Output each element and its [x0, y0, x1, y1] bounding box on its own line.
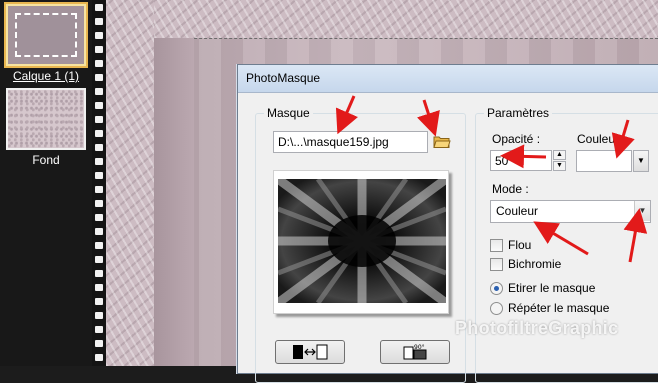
etirer-radio[interactable]: Etirer le masque [490, 281, 595, 295]
opacity-spin-up-icon[interactable]: ▲ [553, 150, 566, 160]
opacity-label: Opacité : [492, 132, 541, 146]
flou-checkbox-box[interactable] [490, 238, 503, 252]
rotate-90-icon: 90° [403, 344, 427, 360]
filmstrip-hole [95, 340, 103, 347]
layer-thumbnail-fond[interactable] [6, 88, 86, 150]
repeter-radio[interactable]: Répéter le masque [490, 301, 609, 315]
flou-checkbox[interactable]: Flou [490, 238, 531, 252]
color-swatch[interactable] [576, 150, 632, 172]
mode-select[interactable]: Couleur ▼ [490, 200, 651, 223]
repeter-radio-dot[interactable] [490, 301, 503, 315]
filmstrip-hole [95, 270, 103, 277]
etirer-radio-dot[interactable] [490, 281, 503, 295]
mask-preview [273, 170, 449, 314]
etirer-label: Etirer le masque [508, 281, 596, 295]
filmstrip-hole [95, 116, 103, 123]
filmstrip-hole [95, 4, 103, 11]
layer-selection-marquee [15, 13, 77, 57]
svg-text:90°: 90° [414, 344, 425, 351]
filmstrip-hole [95, 60, 103, 67]
filmstrip-hole [95, 158, 103, 165]
swap-mask-icon [293, 344, 328, 360]
filmstrip-hole [95, 102, 103, 109]
filmstrip-hole [95, 354, 103, 361]
filmstrip-hole [95, 186, 103, 193]
filmstrip-hole [95, 312, 103, 319]
opacity-spin-down-icon[interactable]: ▼ [553, 161, 566, 171]
mode-label: Mode : [492, 182, 529, 196]
filmstrip-hole [95, 18, 103, 25]
color-label: Couleur : [577, 132, 626, 146]
mask-path-field[interactable]: D:\...\masque159.jpg [273, 131, 428, 153]
layer-label-calque-1[interactable]: Calque 1 (1) [0, 69, 92, 83]
filmstrip-hole [95, 46, 103, 53]
canvas-shadow-band [154, 38, 194, 366]
filmstrip-hole [95, 228, 103, 235]
folder-open-icon[interactable] [432, 132, 452, 152]
layer-thumbnail-calque-1[interactable] [6, 4, 86, 66]
filmstrip-hole [95, 130, 103, 137]
filmstrip-hole [95, 200, 103, 207]
rotate-90-button[interactable]: 90° [380, 340, 450, 364]
swap-mask-button[interactable] [275, 340, 345, 364]
filmstrip-border [92, 0, 106, 366]
masque-group-title: Masque [264, 106, 313, 120]
canvas-frame-left [106, 0, 154, 366]
filmstrip-hole [95, 144, 103, 151]
filmstrip-hole [95, 74, 103, 81]
mask-preview-image [278, 179, 446, 303]
filmstrip-hole [95, 256, 103, 263]
filmstrip-hole [95, 214, 103, 221]
bichromie-label: Bichromie [508, 257, 562, 271]
filmstrip-hole [95, 242, 103, 249]
dialog-titlebar[interactable]: PhotoMasque [238, 65, 658, 93]
dialog-title: PhotoMasque [246, 71, 321, 85]
color-dropdown-icon[interactable]: ▼ [633, 150, 649, 172]
flou-label: Flou [508, 238, 532, 252]
watermark: PhotofiltreGraphic [455, 318, 619, 338]
filmstrip-hole [95, 326, 103, 333]
filmstrip-hole [95, 88, 103, 95]
layer-label-fond[interactable]: Fond [0, 153, 92, 167]
opacity-input[interactable]: 50 [490, 150, 552, 171]
parametres-group-title: Paramètres [484, 106, 553, 120]
parametres-group: Paramètres Opacité : 50 ▲ ▼ Couleur : ▼ … [475, 106, 658, 383]
bichromie-checkbox[interactable]: Bichromie [490, 257, 561, 271]
mode-dropdown-icon[interactable]: ▼ [634, 201, 650, 221]
repeter-label: Répéter le masque [508, 301, 610, 315]
mode-select-value: Couleur [496, 204, 539, 218]
filmstrip-hole [95, 284, 103, 291]
filmstrip-hole [95, 298, 103, 305]
canvas-frame-top [106, 0, 658, 38]
filmstrip-hole [95, 172, 103, 179]
bichromie-checkbox-box[interactable] [490, 257, 503, 271]
masque-group: Masque D:\...\masque159.jpg 90° [255, 106, 466, 383]
layers-panel: Calque 1 (1) Fond [0, 0, 92, 366]
filmstrip-hole [95, 32, 103, 39]
